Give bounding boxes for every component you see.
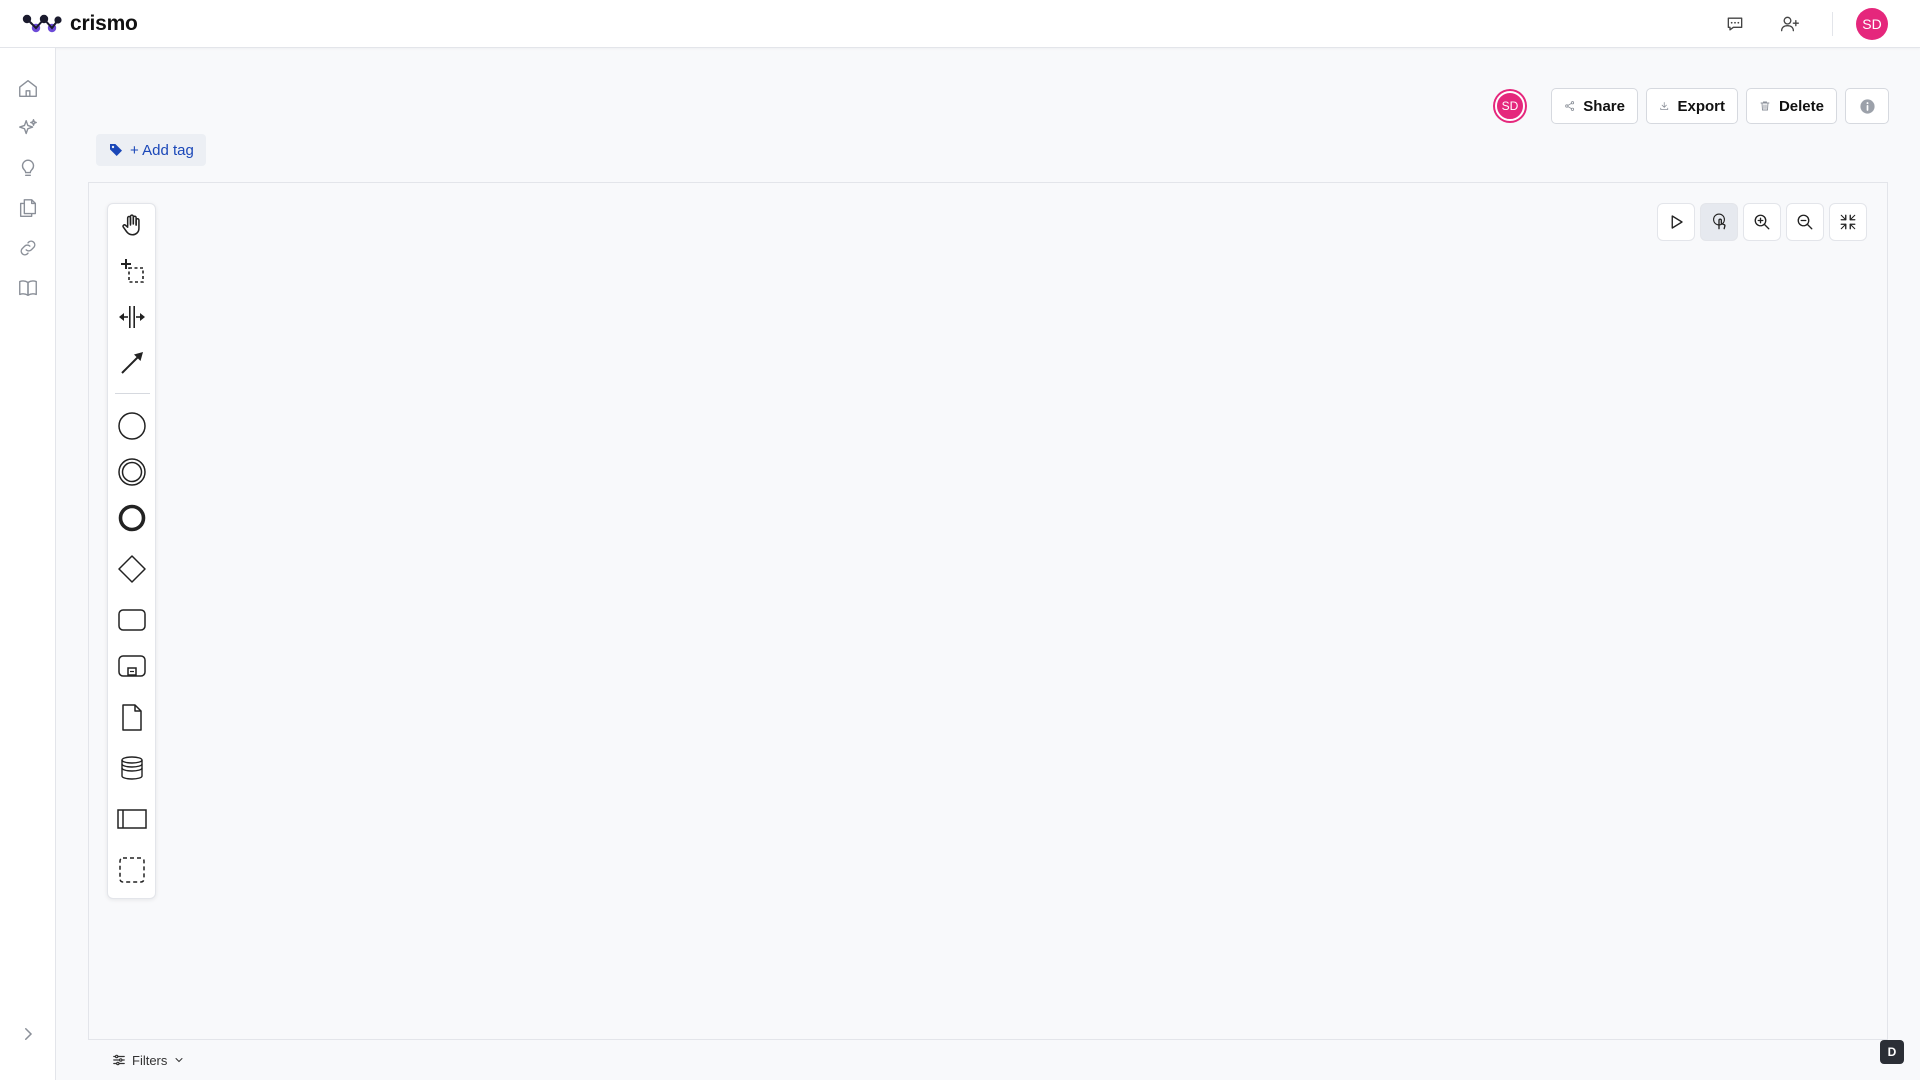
export-label: Export [1677,97,1725,115]
subprocess-icon[interactable] [116,650,148,682]
share-label: Share [1583,97,1625,115]
start-event-icon[interactable] [116,410,148,442]
link-icon[interactable] [15,235,41,261]
gateway-icon[interactable] [116,553,148,585]
home-icon[interactable] [15,75,41,101]
sparkles-icon[interactable] [15,115,41,141]
tag-icon [110,144,122,156]
data-store-icon[interactable] [116,752,148,784]
left-sidebar [0,48,56,1080]
fit-icon[interactable] [1829,203,1867,241]
add-tag-label: + Add tag [130,141,194,159]
chat-icon[interactable] [1722,11,1748,37]
info-icon [1859,98,1875,114]
collaborator-avatar[interactable]: SD [1495,91,1525,121]
intermediate-event-icon[interactable] [116,456,148,488]
debug-badge[interactable]: D [1880,1040,1904,1064]
add-user-icon[interactable] [1777,11,1803,37]
touch-icon[interactable] [1700,203,1738,241]
zoom-out-icon[interactable] [1786,203,1824,241]
connect-tool-icon[interactable] [116,347,148,379]
export-button[interactable]: Export [1646,88,1738,124]
info-button[interactable] [1845,88,1889,124]
diagram-canvas[interactable] [88,182,1888,1040]
trash-icon [1760,101,1770,111]
hand-tool-icon[interactable] [116,209,148,241]
user-avatar[interactable]: SD [1856,8,1888,40]
share-button[interactable]: Share [1551,88,1638,124]
lasso-tool-icon[interactable] [116,255,148,287]
delete-label: Delete [1778,97,1824,115]
lightbulb-icon[interactable] [15,155,41,181]
app-name: crismo [70,12,138,35]
share-icon [1565,101,1575,111]
play-icon[interactable] [1657,203,1695,241]
top-divider [1832,12,1833,36]
pool-icon[interactable] [116,803,148,835]
crismo-logo-icon [22,14,62,33]
filters-toggle[interactable]: Filters [112,1050,185,1070]
add-tag-button[interactable]: + Add tag [96,134,206,166]
sliders-icon [113,1054,125,1066]
tool-separator [115,393,150,394]
zoom-in-icon[interactable] [1743,203,1781,241]
documents-icon[interactable] [15,195,41,221]
book-icon[interactable] [15,275,41,301]
data-object-icon[interactable] [116,701,148,733]
group-icon[interactable] [116,854,148,886]
space-tool-icon[interactable] [116,301,148,333]
download-icon [1660,102,1669,110]
delete-button[interactable]: Delete [1746,88,1837,124]
task-icon[interactable] [116,604,148,636]
app-logo[interactable]: crismo [22,10,138,38]
chevron-down-icon [175,1058,183,1063]
filters-label: Filters [132,1052,168,1068]
top-bar: crismo SD [0,0,1920,48]
end-event-icon[interactable] [116,502,148,534]
tool-palette [107,203,156,899]
chevron-right-icon[interactable] [15,1021,41,1047]
